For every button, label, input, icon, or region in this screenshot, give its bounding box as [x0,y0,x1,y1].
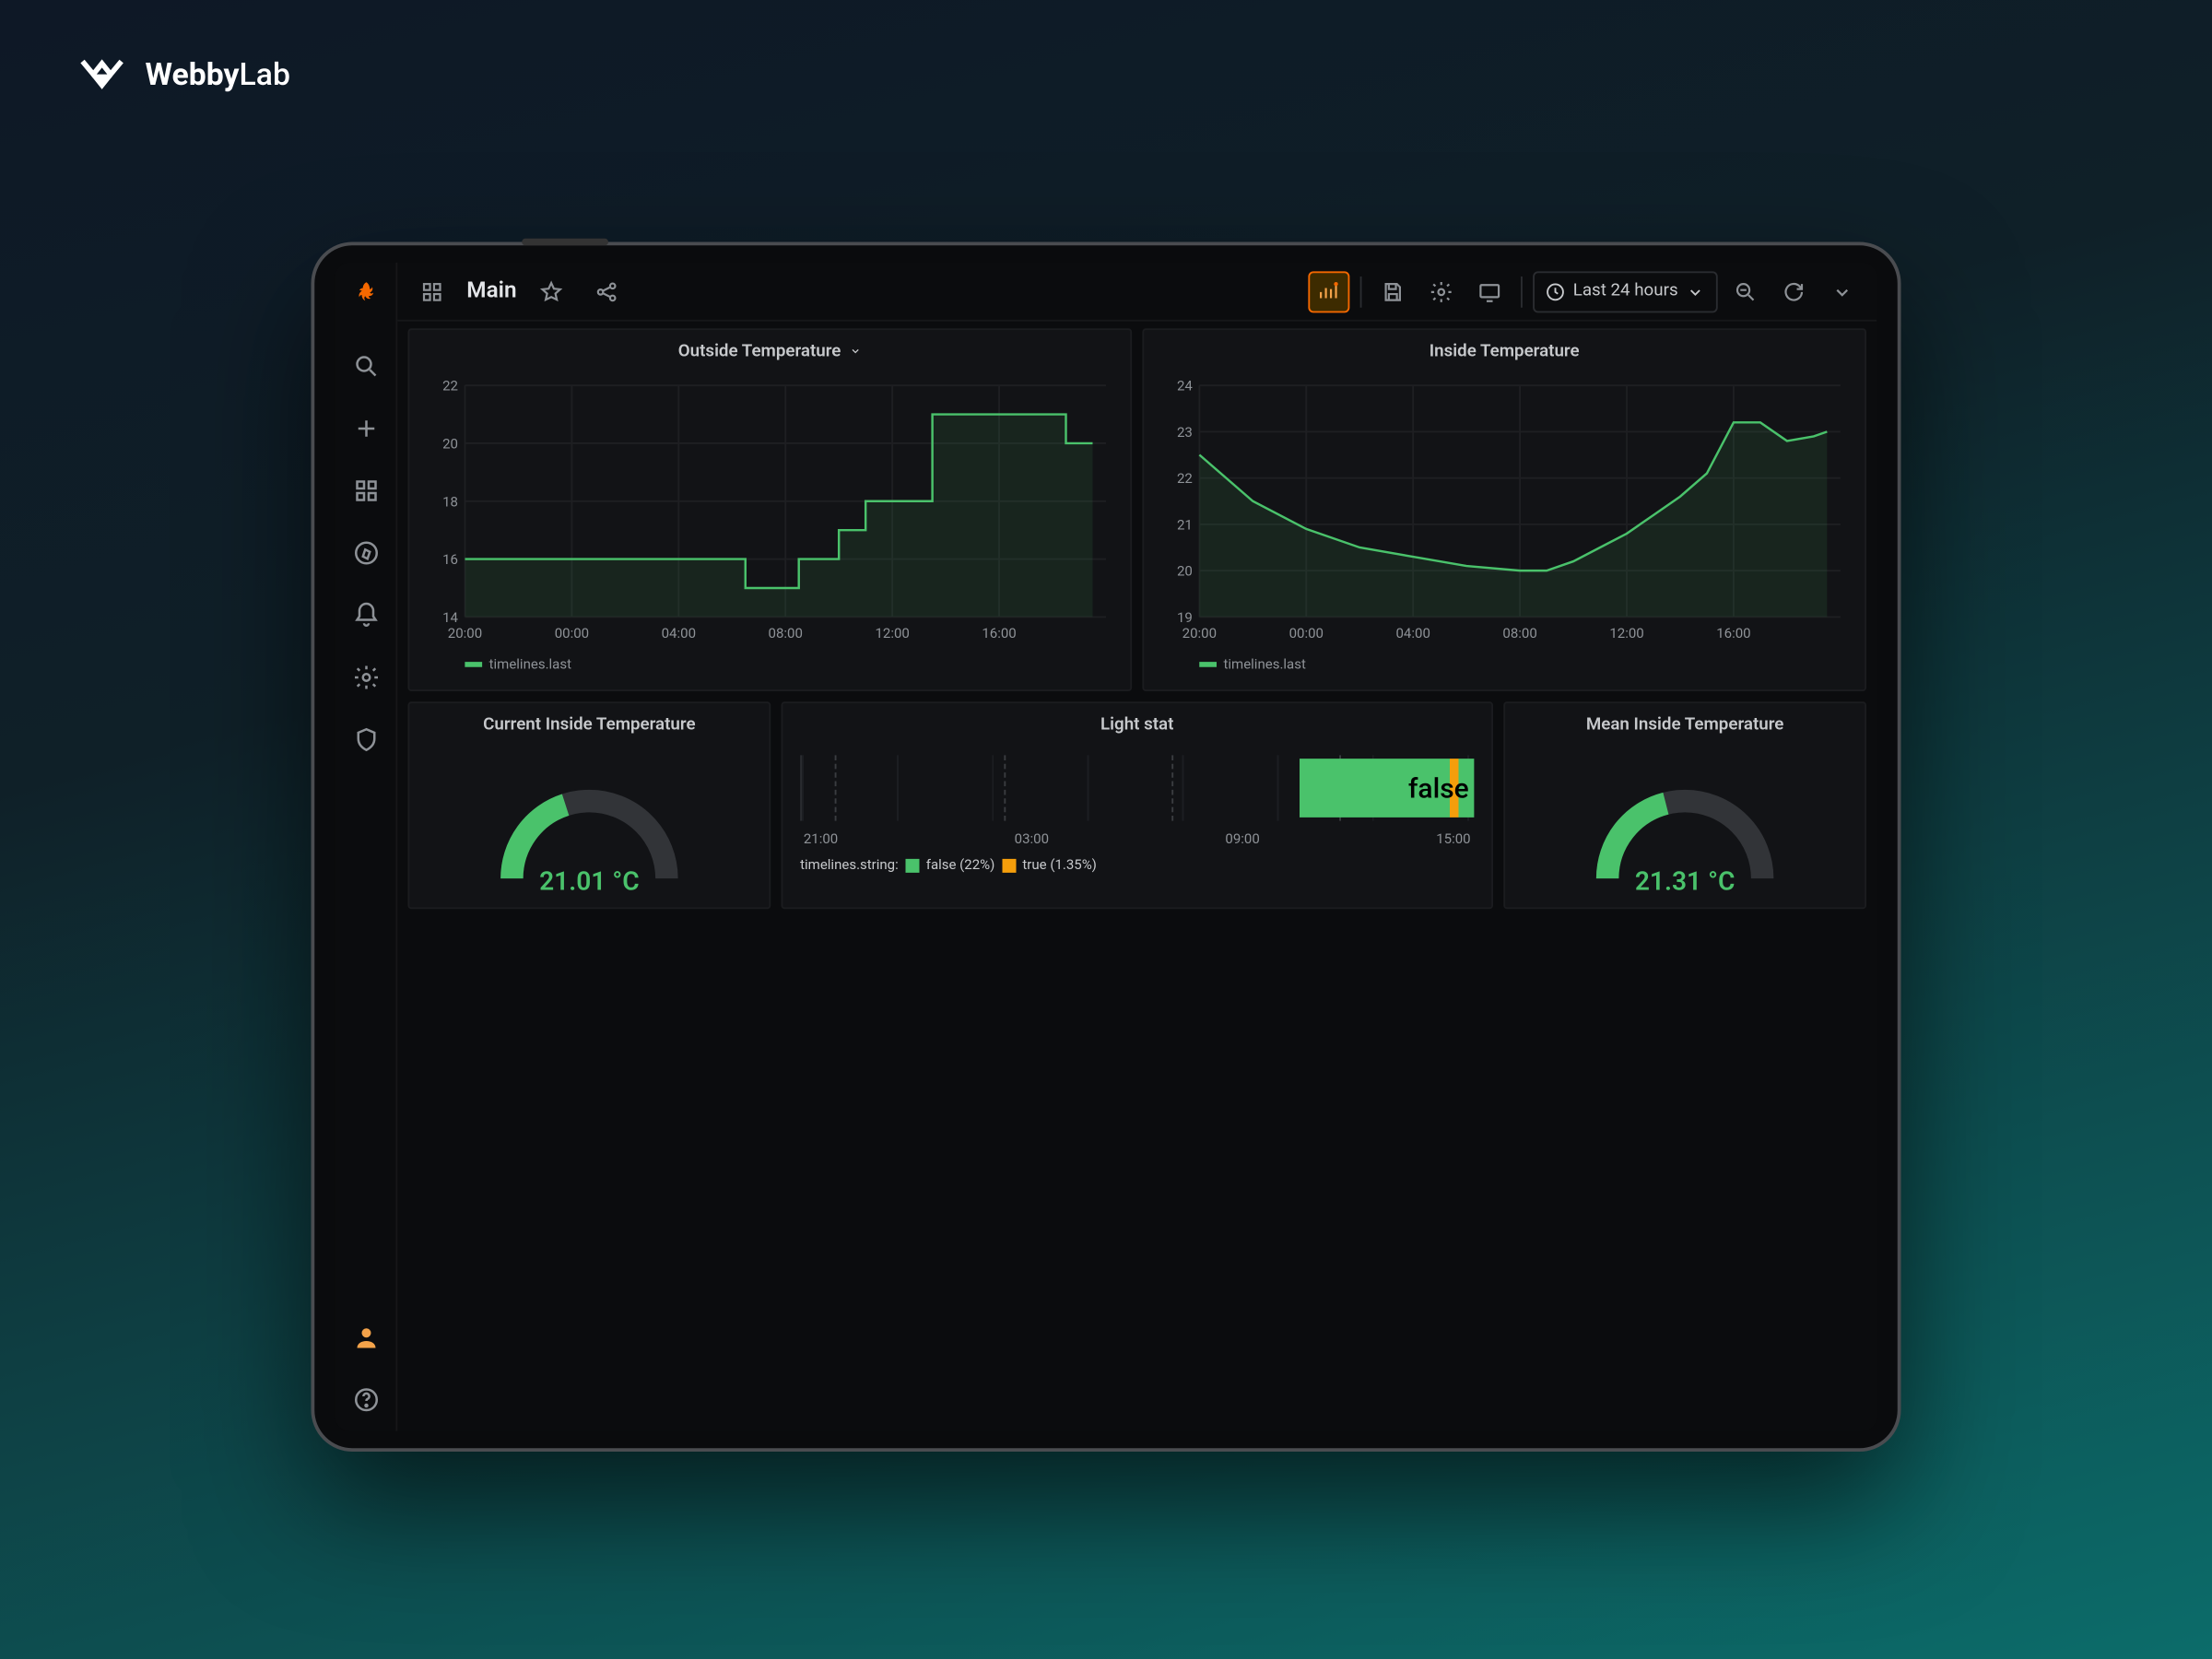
panel-title: Outside Temperature [678,341,841,360]
tablet-frame: Main [312,242,1901,1453]
time-range-label: Last 24 hours [1573,282,1678,301]
compass-icon[interactable] [345,533,386,574]
settings-button[interactable] [1421,270,1463,312]
search-icon[interactable] [345,346,386,387]
svg-text:16:00: 16:00 [1716,625,1750,641]
panel-mean-inside[interactable]: Mean Inside Temperature 21.31 °C [1503,701,1866,909]
svg-text:19: 19 [1177,609,1193,626]
help-icon[interactable] [345,1379,386,1420]
svg-text:24: 24 [1177,378,1193,394]
panel-outside-temperature[interactable]: Outside Temperature 14 16 18 20 22 20:00 00:00… [408,328,1133,691]
inside-legend: timelines.last [1158,657,1851,673]
gear-icon[interactable] [345,657,386,699]
dashboard-grid: Outside Temperature 14 16 18 20 22 20:00 00:00… [397,322,1877,1431]
time-range-picker[interactable]: Last 24 hours [1534,270,1718,312]
svg-text:22: 22 [442,378,458,394]
dashboard-title[interactable]: Main [466,278,516,304]
panel-title: Mean Inside Temperature [1586,714,1784,734]
svg-text:12:00: 12:00 [1609,625,1643,641]
svg-text:20: 20 [1177,563,1193,580]
add-icon[interactable] [345,408,386,450]
brand-name-bold: Webby [146,56,240,92]
svg-text:08:00: 08:00 [769,625,803,641]
svg-text:23: 23 [1177,424,1193,441]
brand-name-light: Lab [240,56,290,92]
outside-chart: 14 16 18 20 22 20:00 00:00 04:00 08:00 12:00 16:00 [423,375,1116,652]
light-xaxis: 21:00 03:00 09:00 15:00 [800,831,1474,847]
shield-icon[interactable] [345,719,386,760]
svg-text:04:00: 04:00 [662,625,696,641]
star-icon[interactable] [531,270,572,312]
grafana-logo-icon[interactable] [345,273,386,314]
inside-chart: 19 20 21 22 23 24 20:00 00:00 04:00 08:00 12:00 16:… [1158,375,1851,652]
svg-text:21: 21 [1177,517,1193,534]
zoom-out-button[interactable] [1724,270,1766,312]
apps-grid-icon[interactable] [345,470,386,512]
apps-icon[interactable] [411,270,453,312]
svg-text:00:00: 00:00 [1289,625,1324,641]
refresh-button[interactable] [1773,270,1815,312]
gauge-value: 21.31 °C [1635,865,1735,897]
panel-current-inside[interactable]: Current Inside Temperature 21.01 °C [408,701,771,909]
light-timeline: false [800,755,1474,820]
svg-text:18: 18 [442,493,458,510]
nav-rail [335,263,398,1431]
add-panel-button[interactable] [1309,270,1350,312]
svg-text:22: 22 [1177,470,1193,487]
svg-text:12:00: 12:00 [875,625,909,641]
panel-title: Light stat [1100,714,1173,734]
panel-inside-temperature[interactable]: Inside Temperature 19 20 21 22 23 24 20:00 00:0… [1142,328,1866,691]
panel-title: Current Inside Temperature [483,714,695,734]
svg-text:08:00: 08:00 [1502,625,1536,641]
light-legend: timelines.string: false (22%) true (1.35… [800,857,1474,873]
chevron-down-icon [848,344,862,358]
save-button[interactable] [1372,270,1414,312]
svg-text:14: 14 [442,609,458,626]
outside-legend: timelines.last [423,657,1116,673]
brand-logo: WebbyLab [76,49,290,100]
svg-text:20:00: 20:00 [1182,625,1217,641]
light-current-label: false [1408,771,1469,805]
panel-title: Inside Temperature [1430,341,1580,360]
svg-text:20: 20 [442,436,458,453]
svg-text:16:00: 16:00 [982,625,1016,641]
bell-icon[interactable] [345,594,386,636]
user-avatar-icon[interactable] [345,1317,386,1359]
svg-text:16: 16 [442,551,458,568]
panel-light-stat[interactable]: Light stat false [782,701,1494,909]
topbar: Main [397,263,1877,322]
tv-mode-button[interactable] [1469,270,1511,312]
share-icon[interactable] [586,270,628,312]
svg-text:04:00: 04:00 [1395,625,1430,641]
device-screen: Main [335,263,1877,1431]
gauge-value: 21.01 °C [539,865,640,897]
svg-text:20:00: 20:00 [448,625,482,641]
svg-text:00:00: 00:00 [555,625,589,641]
refresh-interval-button[interactable] [1821,270,1863,312]
